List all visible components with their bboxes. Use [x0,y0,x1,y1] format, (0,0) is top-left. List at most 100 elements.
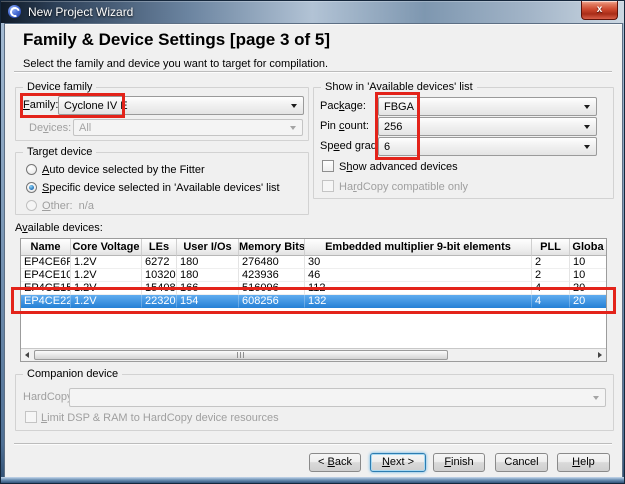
show-advanced-checkbox[interactable] [322,160,334,172]
cell-multipliers: 132 [305,295,532,308]
cell-memory-bits: 276480 [239,256,305,269]
cell-les: 6272 [142,256,177,269]
limit-dsp-ram-checkbox [25,411,37,423]
cell-name: EP4CE10F17C6 [21,269,71,282]
limit-dsp-ram-label: Limit DSP & RAM to HardCopy device resou… [41,412,279,425]
radio-auto-device-label[interactable]: Auto device selected by the Fitter [42,164,205,177]
cell-name: EP4CE15F17C6 [21,282,71,295]
available-devices-table: Name Core Voltage LEs User I/Os Memory B… [20,238,607,362]
cancel-button[interactable]: Cancel [495,453,548,472]
chevron-down-icon [584,145,590,149]
speed-grade-label: Speed grade: [320,140,386,153]
cell-core-voltage: 1.2V [71,282,142,295]
cell-core-voltage: 1.2V [71,295,142,308]
hardcopy-select-value [70,389,605,392]
scroll-right-icon[interactable] [593,349,606,361]
table-row[interactable]: EP4CE6F17C6 1.2V 6272 180 276480 30 2 10 [21,256,606,269]
cell-pll: 4 [532,282,570,295]
cell-user-ios: 180 [177,256,239,269]
cell-user-ios: 154 [177,295,239,308]
next-button[interactable]: Next > [370,453,426,472]
cell-name: EP4CE6F17C6 [21,256,71,269]
back-button[interactable]: < Back [309,453,361,472]
help-button[interactable]: Help [557,453,610,472]
companion-device-group-title: Companion device [23,368,122,381]
column-header-multipliers[interactable]: Embedded multiplier 9-bit elements [305,239,532,256]
cell-global: 20 [570,295,606,308]
hardcopy-compatible-label: HardCopy compatible only [339,181,468,194]
pin-count-select[interactable]: 256 [378,117,597,136]
column-header-pll[interactable]: PLL [532,239,570,256]
column-header-memory-bits[interactable]: Memory Bits [239,239,305,256]
app-icon [8,5,21,18]
column-header-user-ios[interactable]: User I/Os [177,239,239,256]
table-row[interactable]: EP4CE15F17C6 1.2V 15408 166 516096 112 4… [21,282,606,295]
package-label: Package: [320,100,366,113]
column-header-global[interactable]: Globa [570,239,606,256]
pin-count-label: Pin count: [320,120,369,133]
cell-multipliers: 46 [305,269,532,282]
hardcopy-compatible-checkbox [322,180,334,192]
available-devices-label: Available devices: [15,222,103,235]
column-header-les[interactable]: LEs [142,239,177,256]
page-title: Family & Device Settings [page 3 of 5] [23,30,330,50]
cell-core-voltage: 1.2V [71,269,142,282]
family-select-value: Cyclone IV E [59,97,303,112]
cell-name: EP4CE22F17C6 [21,295,71,308]
cell-pll: 4 [532,295,570,308]
package-select[interactable]: FBGA [378,97,597,116]
show-advanced-label[interactable]: Show advanced devices [339,161,458,174]
close-icon: x [582,1,617,18]
cell-multipliers: 30 [305,256,532,269]
cell-pll: 2 [532,269,570,282]
wizard-window: New Project Wizard x Family & Device Set… [0,0,625,484]
family-label: Family: [23,99,58,112]
footer-separator [14,443,612,445]
show-in-list-group-title: Show in 'Available devices' list [321,81,477,94]
column-header-core-voltage[interactable]: Core Voltage [71,239,142,256]
cell-les: 22320 [142,295,177,308]
window-title: New Project Wizard [28,5,133,19]
scroll-left-icon[interactable] [21,349,34,361]
pin-count-select-value: 256 [379,118,596,133]
title-bar: New Project Wizard x [1,1,624,23]
package-select-value: FBGA [379,98,596,113]
cell-user-ios: 180 [177,269,239,282]
cell-multipliers: 112 [305,282,532,295]
horizontal-scrollbar[interactable] [21,348,606,361]
devices-select: All [73,119,303,136]
cell-memory-bits: 608256 [239,295,305,308]
table-row[interactable]: EP4CE10F17C6 1.2V 10320 180 423936 46 2 … [21,269,606,282]
target-device-group-title: Target device [23,146,96,159]
radio-other-device [26,200,37,211]
column-header-name[interactable]: Name [21,239,71,256]
close-button[interactable]: x [581,1,618,20]
hardcopy-label: HardCopy: [23,391,76,404]
cell-core-voltage: 1.2V [71,256,142,269]
radio-specific-device-label[interactable]: Specific device selected in 'Available d… [42,182,280,195]
device-family-group-title: Device family [23,81,96,94]
speed-grade-select[interactable]: 6 [378,137,597,156]
page-subtitle: Select the family and device you want to… [23,58,328,70]
cell-user-ios: 166 [177,282,239,295]
cell-memory-bits: 516096 [239,282,305,295]
cell-global: 10 [570,269,606,282]
table-row-selected[interactable]: EP4CE22F17C6 1.2V 22320 154 608256 132 4… [21,295,606,308]
radio-specific-device[interactable] [26,182,37,193]
window-bottom-border [1,477,624,483]
chevron-down-icon [593,396,599,400]
chevron-down-icon [584,105,590,109]
family-select[interactable]: Cyclone IV E [58,96,304,115]
chevron-down-icon [290,126,296,130]
finish-button[interactable]: Finish [433,453,485,472]
chevron-down-icon [291,104,297,108]
table-header-row: Name Core Voltage LEs User I/Os Memory B… [21,239,606,256]
header-separator [14,71,612,73]
scrollbar-thumb[interactable] [34,350,448,360]
radio-auto-device[interactable] [26,164,37,175]
cell-pll: 2 [532,256,570,269]
cell-memory-bits: 423936 [239,269,305,282]
cell-les: 15408 [142,282,177,295]
speed-grade-select-value: 6 [379,138,596,153]
devices-label: Devices: [29,122,71,135]
